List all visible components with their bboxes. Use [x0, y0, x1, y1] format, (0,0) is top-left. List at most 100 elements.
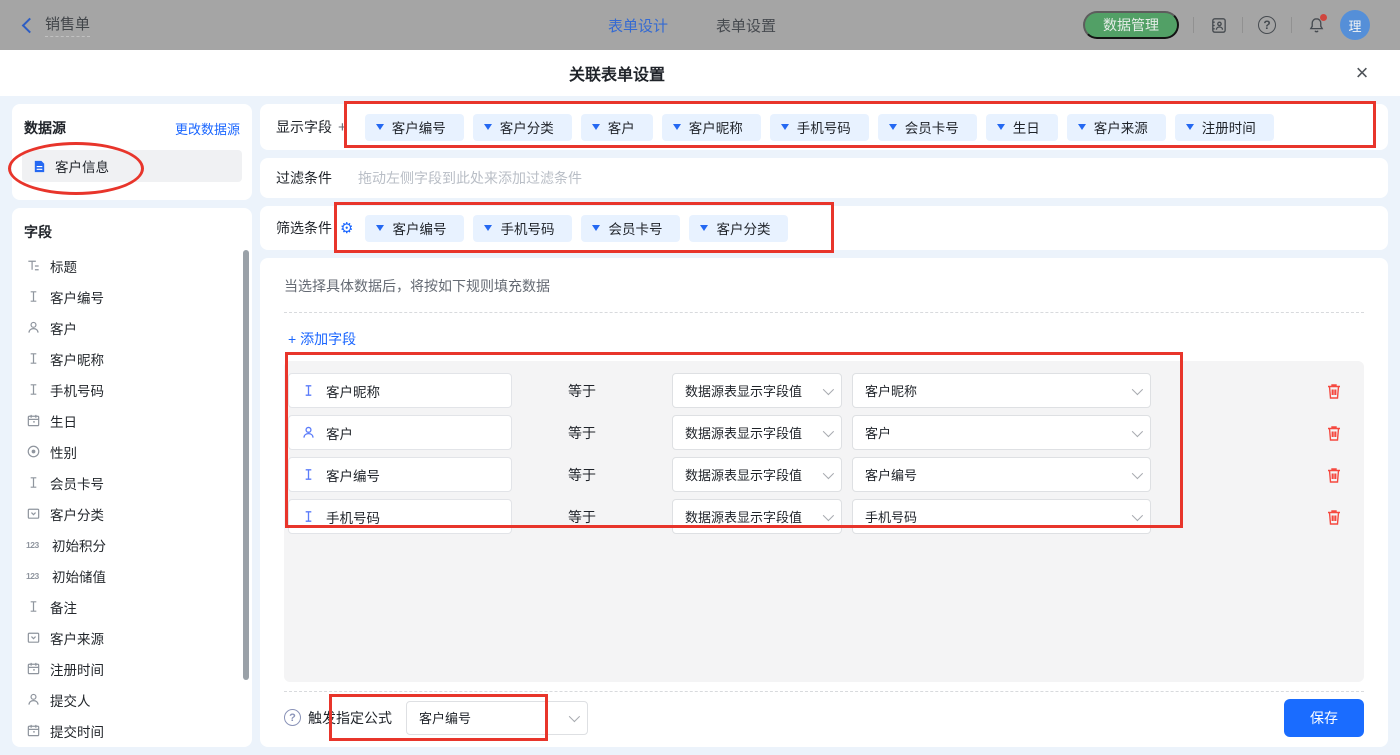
display-fields-row: 显示字段 + 客户编号 客户分类 客户 客户昵称 手机号码 会员卡号 生日 客户…	[260, 104, 1388, 150]
gear-icon[interactable]: ⚙	[340, 221, 353, 236]
field-tag[interactable]: 客户昵称	[662, 114, 761, 141]
save-button[interactable]: 保存	[1284, 699, 1364, 737]
triangle-down-icon	[997, 124, 1005, 130]
field-item[interactable]: 123初始储值	[22, 560, 252, 591]
trigger-formula-select[interactable]: 客户编号	[406, 701, 588, 735]
source-type-select[interactable]: 数据源表显示字段值	[672, 499, 842, 534]
triangle-down-icon	[673, 124, 681, 130]
field-item[interactable]: 提交时间	[22, 715, 252, 746]
field-item[interactable]: 客户编号	[22, 281, 252, 312]
notification-dot	[1320, 14, 1327, 21]
field-tag[interactable]: 客户	[581, 114, 653, 141]
field-tag[interactable]: 客户分类	[689, 215, 788, 242]
divider	[1291, 17, 1292, 33]
text-icon	[26, 289, 41, 304]
target-field-box[interactable]: 手机号码	[288, 499, 512, 534]
trash-icon[interactable]	[1326, 424, 1342, 442]
target-field-box[interactable]: 客户	[288, 415, 512, 450]
field-item[interactable]: 客户分类	[22, 498, 252, 529]
field-item[interactable]: 注册时间	[22, 653, 252, 684]
field-item[interactable]: 手机号码	[22, 374, 252, 405]
data-manage-button[interactable]: 数据管理	[1083, 11, 1179, 39]
tab-form-design[interactable]: 表单设计	[608, 15, 668, 36]
contacts-icon[interactable]	[1208, 15, 1228, 35]
field-item[interactable]: 性别	[22, 436, 252, 467]
field-tag[interactable]: 会员卡号	[878, 114, 977, 141]
field-tag[interactable]: 客户来源	[1067, 114, 1166, 141]
display-fields-label: 显示字段	[276, 117, 332, 137]
calendar-icon	[26, 723, 41, 738]
source-field-select[interactable]: 手机号码	[852, 499, 1151, 534]
field-tag[interactable]: 手机号码	[473, 215, 572, 242]
field-tag[interactable]: 客户编号	[365, 215, 464, 242]
help-icon[interactable]: ?	[1257, 15, 1277, 35]
chevron-down-icon	[823, 425, 834, 436]
field-tag[interactable]: 生日	[986, 114, 1058, 141]
source-type-select[interactable]: 数据源表显示字段值	[672, 373, 842, 408]
target-field-box[interactable]: 客户编号	[288, 457, 512, 492]
field-item[interactable]: 会员卡号	[22, 467, 252, 498]
rule-row: 手机号码 等于 数据源表显示字段值 手机号码	[288, 499, 1342, 534]
divider	[1193, 17, 1194, 33]
rules-panel: 客户昵称 等于 数据源表显示字段值 客户昵称 客户 等于 数据源表显示字段值 客…	[284, 361, 1364, 682]
rule-row: 客户编号 等于 数据源表显示字段值 客户编号	[288, 457, 1342, 492]
field-tag[interactable]: 客户编号	[365, 114, 464, 141]
modal-header: 关联表单设置 ×	[0, 50, 1400, 96]
triangle-down-icon	[484, 225, 492, 231]
change-datasource-link[interactable]: 更改数据源	[175, 119, 240, 138]
modal-body: 数据源 更改数据源 客户信息 字段 标题 客户编号 客户 客户昵称 手机号码 生…	[0, 96, 1400, 755]
triangle-down-icon	[592, 225, 600, 231]
target-field-box[interactable]: 客户昵称	[288, 373, 512, 408]
field-tag[interactable]: 客户分类	[473, 114, 572, 141]
screen-condition-row: 筛选条件 ⚙ 客户编号 手机号码 会员卡号 客户分类	[260, 206, 1388, 250]
triangle-down-icon	[889, 124, 897, 130]
trigger-formula-label: 触发指定公式	[308, 708, 392, 728]
document-icon	[32, 159, 47, 174]
field-tag[interactable]: 手机号码	[770, 114, 869, 141]
source-field-select[interactable]: 客户昵称	[852, 373, 1151, 408]
screen-field-tags: 客户编号 手机号码 会员卡号 客户分类	[365, 215, 788, 242]
close-icon[interactable]: ×	[1348, 59, 1376, 87]
field-item[interactable]: 备注	[22, 591, 252, 622]
heading-icon	[26, 258, 41, 273]
radio-icon	[26, 444, 41, 459]
user-icon	[26, 692, 41, 707]
filter-condition-row: 过滤条件 拖动左侧字段到此处来添加过滤条件	[260, 158, 1388, 198]
chevron-down-icon	[1132, 509, 1143, 520]
source-field-select[interactable]: 客户编号	[852, 457, 1151, 492]
help-circle-icon[interactable]: ?	[284, 709, 301, 726]
datasource-title: 数据源	[24, 118, 66, 138]
scrollbar-thumb[interactable]	[243, 250, 249, 680]
field-item[interactable]: 标题	[22, 250, 252, 281]
source-type-select[interactable]: 数据源表显示字段值	[672, 415, 842, 450]
add-field-link[interactable]: + 添加字段	[288, 329, 356, 349]
add-display-field-button[interactable]: +	[338, 119, 347, 136]
avatar[interactable]: 理	[1340, 10, 1370, 40]
notification-bell-icon[interactable]	[1306, 15, 1326, 35]
field-tag[interactable]: 注册时间	[1175, 114, 1274, 141]
field-item[interactable]: 123初始积分	[22, 529, 252, 560]
center-tabs: 表单设计 表单设置	[608, 0, 776, 50]
field-tag[interactable]: 会员卡号	[581, 215, 680, 242]
sidebar: 数据源 更改数据源 客户信息 字段 标题 客户编号 客户 客户昵称 手机号码 生…	[12, 104, 252, 747]
field-item[interactable]: 客户昵称	[22, 343, 252, 374]
fill-rules-card: 当选择具体数据后，将按如下规则填充数据 + 添加字段 客户昵称 等于 数据源表显…	[260, 258, 1388, 747]
trash-icon[interactable]	[1326, 382, 1342, 400]
text-icon	[301, 467, 316, 482]
form-name[interactable]: 销售单	[45, 13, 90, 37]
selected-datasource-item[interactable]: 客户信息	[22, 150, 242, 182]
filter-dropzone-placeholder[interactable]: 拖动左侧字段到此处来添加过滤条件	[358, 168, 582, 188]
field-item[interactable]: 提交人	[22, 684, 252, 715]
trash-icon[interactable]	[1326, 466, 1342, 484]
back-icon[interactable]	[22, 17, 38, 33]
field-item[interactable]: 生日	[22, 405, 252, 436]
top-bar: 销售单 表单设计 表单设置 数据管理 ? 理	[0, 0, 1400, 50]
field-item[interactable]: 客户	[22, 312, 252, 343]
trash-icon[interactable]	[1326, 508, 1342, 526]
text-icon	[26, 351, 41, 366]
source-type-select[interactable]: 数据源表显示字段值	[672, 457, 842, 492]
triangle-down-icon	[376, 225, 384, 231]
source-field-select[interactable]: 客户	[852, 415, 1151, 450]
tab-form-settings[interactable]: 表单设置	[716, 15, 776, 36]
field-item[interactable]: 客户来源	[22, 622, 252, 653]
